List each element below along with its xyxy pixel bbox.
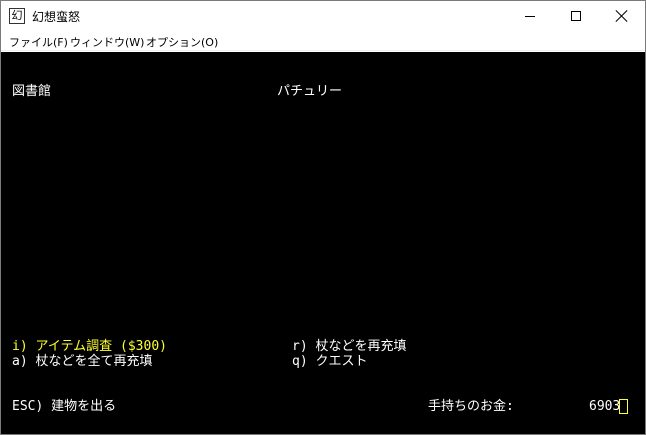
- title-bar[interactable]: 幻 幻想蛮怒: [1, 1, 645, 31]
- menu-option[interactable]: オプション(O): [146, 34, 218, 50]
- menu-window[interactable]: ウィンドウ(W): [70, 34, 144, 50]
- gold-label: 手持ちのお金:: [428, 399, 514, 414]
- command-identify[interactable]: i) アイテム調査 ($300): [12, 339, 167, 355]
- command-recharge[interactable]: r) 杖などを再充填: [292, 339, 406, 355]
- command-quest[interactable]: q) クエスト: [292, 354, 367, 370]
- close-button[interactable]: [599, 1, 645, 31]
- location-name: 図書館: [12, 84, 52, 99]
- menu-file[interactable]: ファイル(F): [9, 34, 68, 50]
- minimize-icon: [525, 15, 535, 17]
- shopkeeper-name: パチュリー: [277, 84, 343, 99]
- maximize-button[interactable]: [553, 1, 599, 31]
- menu-bar: ファイル(F) ウィンドウ(W) オプション(O): [1, 31, 645, 51]
- game-screen[interactable]: 図書館 パチュリー i) アイテム調査 ($300) r) 杖などを再充填 a)…: [1, 52, 645, 434]
- command-recharge-all[interactable]: a) 杖などを全て再充填: [12, 354, 152, 370]
- app-icon: 幻: [9, 8, 25, 24]
- window-title: 幻想蛮怒: [32, 10, 81, 24]
- maximize-icon: [571, 11, 581, 21]
- command-exit[interactable]: ESC) 建物を出る: [12, 399, 116, 415]
- close-icon: [616, 10, 628, 22]
- gold-value: 6903: [589, 399, 621, 414]
- text-cursor: [619, 399, 628, 414]
- app-window: 幻 幻想蛮怒 ファイル(F) ウィンドウ(W) オプション(O) 図書館 パチュ…: [0, 0, 646, 435]
- minimize-button[interactable]: [507, 1, 553, 31]
